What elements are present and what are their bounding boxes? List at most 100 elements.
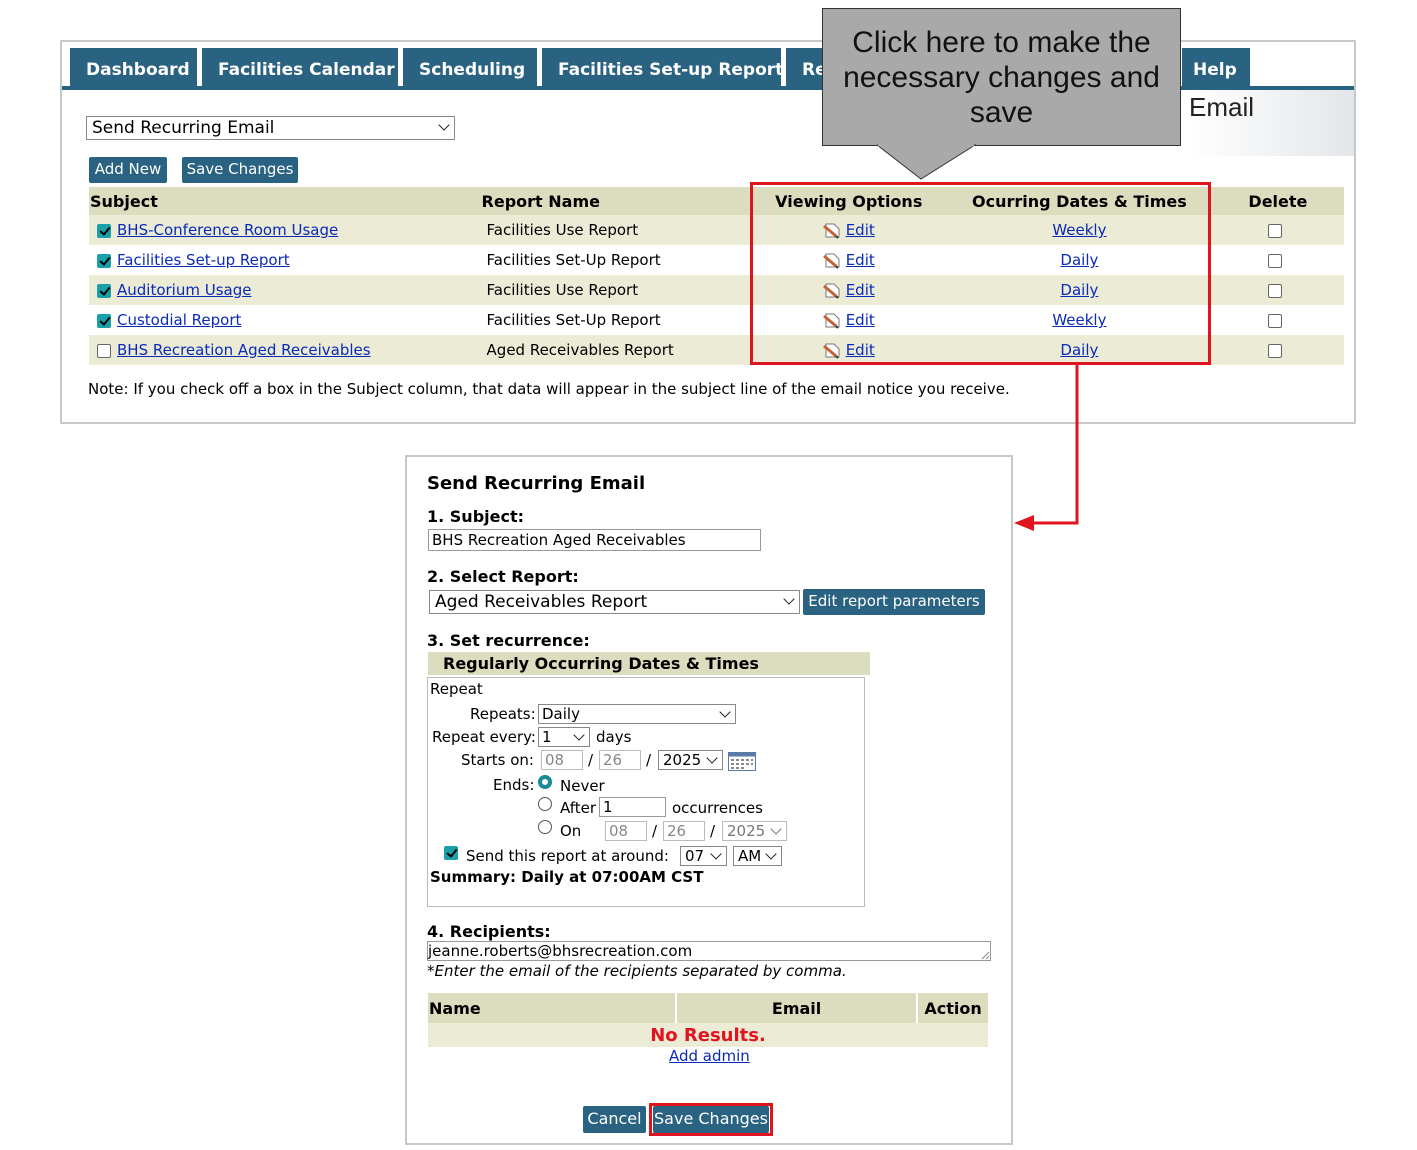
report-name: Facilities Set-Up Report (480, 305, 751, 335)
send-hour-value: 07 (685, 847, 705, 865)
chevron-down-icon (438, 119, 450, 131)
ends-label: Ends: (493, 776, 535, 794)
highlight-box (750, 182, 1211, 365)
chevron-down-icon (783, 593, 795, 605)
tab-facilities-setup-report[interactable]: Facilities Set-up Report (542, 48, 781, 88)
view-select-value: Send Recurring Email (92, 118, 275, 138)
repeat-unit: days (596, 728, 632, 746)
chevron-down-icon (710, 848, 722, 860)
subject-label: 1. Subject: (427, 507, 525, 526)
col-report-name: Report Name (480, 187, 751, 215)
repeat-every-value: 1 (542, 728, 552, 746)
send-around-checkbox[interactable] (444, 846, 458, 860)
after-occurrences-input[interactable]: 1 (599, 797, 666, 817)
recipients-label: 4. Recipients: (427, 922, 551, 941)
delete-checkbox[interactable] (1267, 253, 1282, 268)
callout-pointer (877, 144, 977, 180)
repeats-select-value: Daily (542, 705, 580, 723)
date-separator: / (588, 751, 594, 769)
col-subject: Subject (89, 187, 481, 215)
chevron-down-icon (719, 706, 731, 718)
rec-col-name: Name (428, 993, 678, 1023)
subject-checkbox[interactable] (97, 253, 111, 268)
date-separator: / (646, 751, 652, 769)
chevron-down-icon (770, 823, 782, 835)
recipients-textarea[interactable]: jeanne.roberts@bhsrecreation.com (427, 941, 991, 961)
recurrence-label: 3. Set recurrence: (427, 631, 590, 650)
delete-checkbox[interactable] (1267, 283, 1282, 298)
starts-month-input[interactable]: 08 (541, 750, 583, 770)
subject-checkbox[interactable] (97, 223, 111, 238)
report-name: Aged Receivables Report (480, 335, 751, 365)
delete-checkbox[interactable] (1267, 223, 1282, 238)
ends-after-label: After (560, 799, 597, 817)
col-delete: Delete (1211, 187, 1344, 215)
form-save-changes-button[interactable]: Save Changes (653, 1106, 769, 1133)
save-changes-button[interactable]: Save Changes (182, 157, 298, 183)
chevron-down-icon (706, 752, 718, 764)
recipients-hint: *Enter the email of the recipients separ… (427, 962, 847, 980)
rec-col-email: Email (676, 993, 919, 1023)
subject-link[interactable]: Facilities Set-up Report (117, 251, 290, 269)
ends-on-radio[interactable] (538, 820, 552, 834)
view-select[interactable]: Send Recurring Email (86, 116, 455, 140)
subject-checkbox[interactable] (97, 313, 111, 328)
report-name: Facilities Use Report (480, 215, 751, 245)
subject-checkbox[interactable] (97, 343, 111, 358)
subject-link[interactable]: BHS Recreation Aged Receivables (117, 341, 371, 359)
repeats-label: Repeats: (470, 705, 536, 723)
tab-scheduling[interactable]: Scheduling (403, 48, 537, 88)
delete-checkbox[interactable] (1267, 343, 1282, 358)
rec-col-action: Action (917, 993, 988, 1023)
subject-checkbox[interactable] (97, 283, 111, 298)
repeat-every-label: Repeat every: (432, 728, 536, 746)
end-month-input[interactable]: 08 (605, 821, 647, 841)
send-ampm-value: AM (738, 847, 762, 865)
no-results: No Results. (428, 1023, 988, 1047)
recurrence-summary: Summary: Daily at 07:00AM CST (430, 868, 704, 886)
add-admin-link[interactable]: Add admin (669, 1047, 750, 1065)
edit-report-parameters-button[interactable]: Edit report parameters (803, 589, 985, 615)
resize-handle-icon[interactable] (981, 951, 990, 960)
starts-year-value: 2025 (663, 751, 702, 769)
main-nav: Dashboard Facilities Calendar Scheduling… (70, 48, 851, 88)
calendar-icon[interactable] (728, 752, 756, 771)
ends-never-radio[interactable] (538, 775, 552, 789)
cancel-button[interactable]: Cancel (583, 1106, 646, 1133)
repeat-every-select[interactable]: 1 (538, 727, 590, 747)
report-name: Facilities Use Report (480, 275, 751, 305)
end-year-select[interactable]: 2025 (722, 821, 787, 841)
repeat-title: Repeat (430, 680, 483, 698)
send-ampm-select[interactable]: AM (733, 846, 782, 866)
ends-after-radio[interactable] (538, 797, 552, 811)
subject-link[interactable]: Auditorium Usage (117, 281, 251, 299)
ends-on-label: On (560, 822, 582, 840)
starts-day-input[interactable]: 26 (599, 750, 641, 770)
tab-help[interactable]: Help (1182, 48, 1250, 88)
report-select-value: Aged Receivables Report (435, 592, 648, 612)
subject-input[interactable]: BHS Recreation Aged Receivables (428, 529, 761, 551)
send-hour-select[interactable]: 07 (680, 846, 727, 866)
report-name: Facilities Set-Up Report (480, 245, 751, 275)
end-year-value: 2025 (727, 822, 766, 840)
repeats-select[interactable]: Daily (538, 704, 736, 724)
occurrences-label: occurrences (672, 799, 763, 817)
recurrence-header: Regularly Occurring Dates & Times (443, 654, 759, 673)
report-label: 2. Select Report: (427, 567, 579, 586)
add-new-button[interactable]: Add New (89, 157, 167, 183)
date-separator: / (710, 822, 716, 840)
callout-box: Click here to make the necessary changes… (822, 8, 1181, 146)
subject-note: Note: If you check off a box in the Subj… (88, 380, 1010, 398)
delete-checkbox[interactable] (1267, 313, 1282, 328)
form-title: Send Recurring Email (427, 473, 646, 494)
tab-dashboard[interactable]: Dashboard (70, 48, 197, 88)
subject-link[interactable]: Custodial Report (117, 311, 241, 329)
ends-never-label: Never (560, 777, 605, 795)
chevron-down-icon (573, 729, 585, 741)
end-day-input[interactable]: 26 (663, 821, 705, 841)
recipients-table: Name Email Action No Results. (428, 993, 988, 1047)
report-select[interactable]: Aged Receivables Report (429, 590, 800, 614)
starts-year-select[interactable]: 2025 (658, 750, 723, 770)
subject-link[interactable]: BHS-Conference Room Usage (117, 221, 338, 239)
tab-facilities-calendar[interactable]: Facilities Calendar (202, 48, 398, 88)
